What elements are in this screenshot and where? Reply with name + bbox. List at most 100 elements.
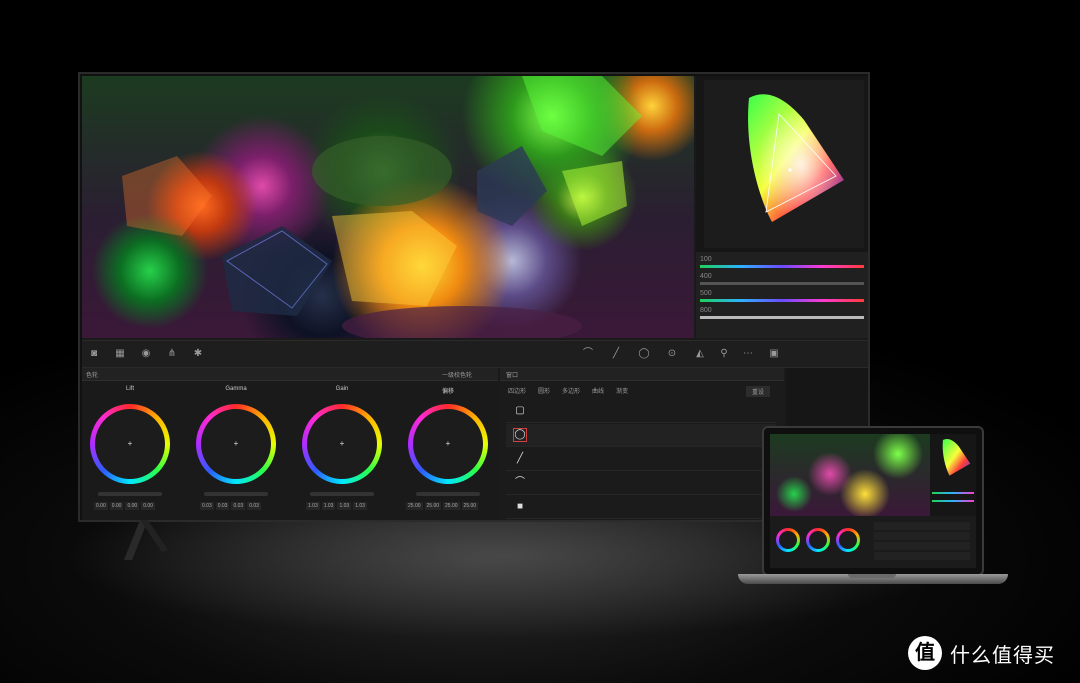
offset-wheel[interactable]: + [408, 404, 488, 484]
tool-quad[interactable]: 四边形 [508, 386, 526, 395]
watermark: 值 什么值得买 [908, 636, 1055, 670]
laptop-notch [848, 574, 896, 578]
laptop-wheel [836, 528, 860, 552]
shape-row-gradient[interactable]: ■ [506, 496, 776, 519]
tool-circle[interactable]: 圆形 [538, 386, 550, 395]
wheel-title-lift: Lift [125, 386, 134, 392]
lift-wheel[interactable]: + [90, 404, 170, 484]
value-field[interactable]: 0.03 [247, 502, 261, 510]
shape-row-square[interactable]: ▢ [506, 400, 776, 423]
wheel-mode-select[interactable]: 一级校色轮 [442, 370, 472, 379]
spectrum-bar [700, 299, 864, 302]
crosshair-icon[interactable]: + [126, 440, 134, 448]
value-field[interactable]: 1.03 [353, 502, 367, 510]
value-field[interactable]: 0.03 [231, 502, 246, 510]
wheel-title-gain: Gain [335, 386, 349, 392]
value-field[interactable]: 25.00 [406, 502, 423, 510]
pen-icon: ╱ [516, 453, 524, 464]
lift-master-slider[interactable] [98, 492, 162, 496]
shape-tool-tabs: 四边形 圆形 多边形 曲线 渐变 [508, 386, 628, 395]
value-field[interactable]: 1.03 [306, 502, 320, 510]
value-field[interactable]: 1.03 [321, 502, 336, 510]
viewer-image [82, 76, 694, 338]
value-field[interactable]: 25.00 [443, 502, 460, 510]
value-field[interactable]: 0.00 [141, 502, 155, 510]
laptop-grading-panel [770, 516, 976, 568]
wheels-title: 色轮 [86, 373, 99, 379]
key-icon[interactable]: ⚲ [718, 348, 730, 360]
offset-master-slider[interactable] [416, 492, 480, 496]
gamma-values: 0.03 0.03 0.03 0.03 [200, 502, 261, 510]
product-scene: 100 400 500 800 ◙ ▦ ◉ ⋔ ✱ ⌒ ╱ ◯ ⊙ ◭ ⚲ ⋯ … [0, 0, 1080, 683]
camera-icon[interactable]: ◙ [88, 348, 100, 360]
laptop-screen [770, 434, 976, 568]
laptop-spectrum-bar [932, 492, 974, 494]
circle-icon: ◯ [513, 428, 527, 442]
lift-values: 0.00 0.00 0.00 0.00 [94, 502, 155, 510]
slider-bar[interactable] [700, 316, 864, 319]
bar-label: 100 [700, 256, 712, 263]
value-field[interactable]: 0.00 [125, 502, 140, 510]
3d-icon[interactable]: ▣ [768, 348, 780, 360]
bar-label: 500 [700, 290, 712, 297]
circle-window-icon[interactable]: ◯ [638, 348, 650, 360]
crosshair-icon[interactable]: + [232, 440, 240, 448]
value-field[interactable]: 0.00 [94, 502, 108, 510]
magic-icon[interactable]: ⋯ [742, 348, 754, 360]
grading-toolbar: ◙ ▦ ◉ ⋔ ✱ ⌒ ╱ ◯ ⊙ ◭ ⚲ ⋯ ▣ [82, 340, 868, 368]
laptop-display [762, 426, 984, 576]
laptop-spectrum-bar [932, 500, 974, 502]
value-field[interactable]: 0.00 [109, 502, 124, 510]
value-field[interactable]: 25.00 [424, 502, 442, 510]
crystal-artwork [122, 76, 642, 338]
shape-row-circle[interactable]: ◯ [506, 424, 776, 447]
curve-icon[interactable]: ⌒ [582, 348, 594, 360]
value-field[interactable]: 25.00 [461, 502, 479, 510]
tool-curve[interactable]: 曲线 [592, 386, 604, 395]
bar-label: 800 [700, 307, 712, 314]
window-title: 窗口 [506, 373, 519, 379]
eyedropper-icon[interactable]: ╱ [610, 348, 622, 360]
value-field[interactable]: 1.03 [337, 502, 352, 510]
laptop-wheel [776, 528, 800, 552]
gain-values: 1.03 1.03 1.03 1.03 [306, 502, 367, 510]
laptop-wheel [806, 528, 830, 552]
gain-master-slider[interactable] [310, 492, 374, 496]
window-panel: 窗口 四边形 圆形 多边形 曲线 渐变 重设 ▢ ◯ ╱ ⌒ ■ [500, 368, 784, 520]
laptop-window-list [874, 522, 970, 562]
color-wheel-icon[interactable]: ◉ [140, 348, 152, 360]
crosshair-icon[interactable]: + [444, 440, 452, 448]
gamma-wheel[interactable]: + [196, 404, 276, 484]
tool-gradient[interactable]: 渐变 [616, 386, 628, 395]
tool-polygon[interactable]: 多边形 [562, 386, 580, 395]
spectrum-bar [700, 265, 864, 268]
gray-bar [700, 282, 864, 285]
value-field[interactable]: 0.03 [215, 502, 230, 510]
shape-row-curve[interactable]: ⌒ [506, 472, 776, 495]
shape-row-line[interactable]: ╱ [506, 448, 776, 471]
blur-icon[interactable]: ◭ [694, 348, 706, 360]
sparkle-icon[interactable]: ✱ [192, 348, 204, 360]
laptop-scopes [930, 434, 976, 516]
tv-stand [124, 520, 168, 560]
wheel-title-gamma: Gamma [225, 386, 247, 392]
gamma-master-slider[interactable] [204, 492, 268, 496]
value-field[interactable]: 0.03 [200, 502, 214, 510]
gradient-icon: ■ [516, 501, 524, 512]
node-icon[interactable]: ⋔ [166, 348, 178, 360]
offset-values: 25.00 25.00 25.00 25.00 [406, 502, 479, 510]
square-icon: ▢ [515, 405, 525, 416]
crosshair-icon[interactable]: + [338, 440, 346, 448]
scopes-panel: 100 400 500 800 [696, 76, 868, 338]
wheels-header: 色轮 一级校色轮 [82, 368, 498, 381]
window-header: 窗口 [500, 368, 784, 381]
smzdm-logo: 值 [908, 636, 942, 670]
resolve-app-window: 100 400 500 800 ◙ ▦ ◉ ⋔ ✱ ⌒ ╱ ◯ ⊙ ◭ ⚲ ⋯ … [82, 76, 868, 520]
tracker-icon[interactable]: ⊙ [666, 348, 678, 360]
reset-button[interactable]: 重设 [746, 386, 771, 397]
gamut-bars: 100 400 500 800 [696, 252, 868, 338]
gain-wheel[interactable]: + [302, 404, 382, 484]
wheel-title-offset: 偏移 [441, 389, 454, 395]
split-icon[interactable]: ▦ [114, 348, 126, 360]
laptop-viewer-image [770, 434, 930, 516]
